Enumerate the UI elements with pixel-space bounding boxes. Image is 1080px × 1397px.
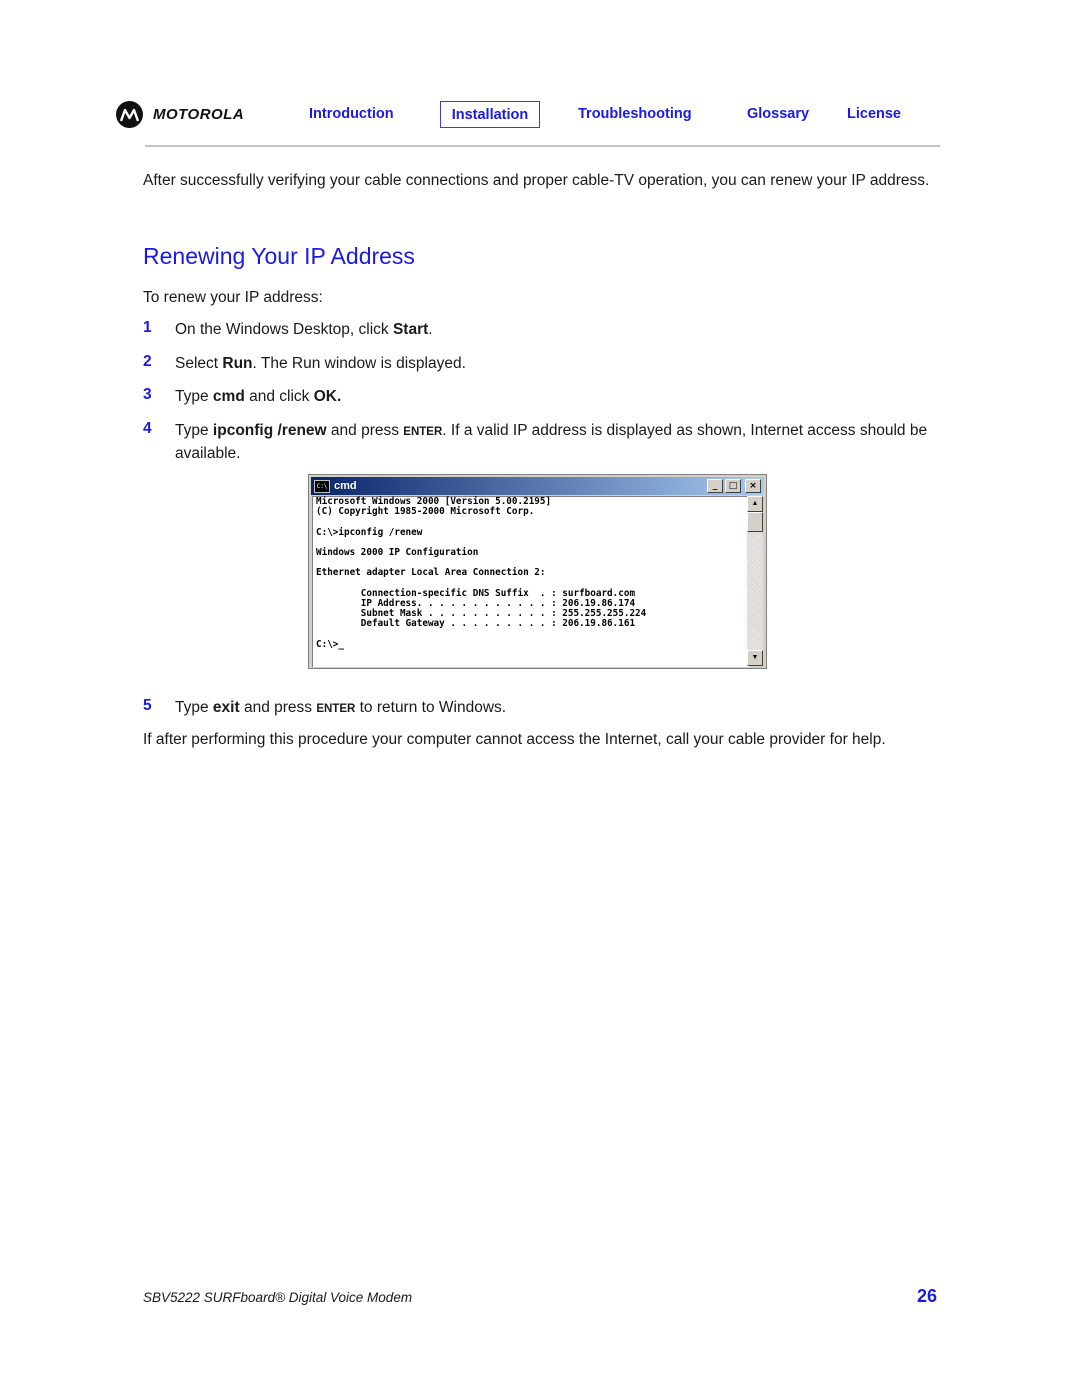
- nav-glossary[interactable]: Glossary: [747, 106, 809, 122]
- step-text: Type ipconfig /renew and press ENTER. If…: [175, 422, 928, 462]
- step-text: Select Run. The Run window is displayed.: [175, 355, 466, 372]
- step-number: 1: [143, 319, 152, 336]
- cmd-line: Windows 2000 IP Configuration: [316, 547, 479, 559]
- maximize-icon: □: [725, 479, 741, 493]
- scroll-down-icon: ▼: [747, 650, 763, 666]
- cmd-window-screenshot: C:\ cmd _ □ × Microsoft Windows 2000 [Ve…: [308, 474, 767, 669]
- scroll-up-icon: ▲: [747, 496, 763, 512]
- cmd-scrollbar: ▲ ▼: [747, 496, 763, 666]
- cmd-line: Ethernet adapter Local Area Connection 2…: [316, 567, 546, 579]
- cmd-line: [316, 630, 646, 640]
- nav-installation-label: Installation: [451, 106, 529, 123]
- nav-installation[interactable]: Installation: [440, 101, 540, 128]
- page-header: MOTOROLA Introduction Installation Troub…: [0, 0, 1080, 150]
- nav-introduction[interactable]: Introduction: [309, 106, 394, 122]
- motorola-logo: MOTOROLA: [116, 101, 244, 128]
- footer-product-title: SBV5222 SURFboard® Digital Voice Modem: [143, 1290, 413, 1305]
- nav-troubleshooting[interactable]: Troubleshooting: [578, 106, 692, 122]
- cmd-line: Default Gateway . . . . . . . . . : 206.…: [316, 618, 636, 630]
- cmd-line: C:\>_: [316, 638, 344, 650]
- section-title: Renewing Your IP Address: [143, 243, 415, 269]
- cmd-line: C:\>ipconfig /renew: [316, 526, 423, 538]
- nav-license[interactable]: License: [847, 106, 901, 122]
- step-text: Type exit and press ENTER to return to W…: [175, 699, 507, 716]
- scroll-thumb: [747, 512, 763, 532]
- console-icon: C:\: [314, 479, 330, 493]
- step-text: On the Windows Desktop, click Start.: [175, 321, 433, 338]
- step-number: 2: [143, 353, 152, 370]
- closing-paragraph: If after performing this procedure your …: [143, 731, 886, 748]
- minimize-icon: _: [707, 479, 723, 493]
- cmd-line: (C) Copyright 1985-2000 Microsoft Corp.: [316, 506, 535, 518]
- intro-paragraph: After successfully verifying your cable …: [143, 172, 930, 189]
- brand-name: MOTOROLA: [153, 106, 245, 123]
- cmd-console-body: Microsoft Windows 2000 [Version 5.00.219…: [312, 496, 750, 667]
- section-lead: To renew your IP address:: [143, 289, 323, 306]
- cmd-output: Microsoft Windows 2000 [Version 5.00.219…: [316, 496, 646, 650]
- motorola-batwing-icon: [116, 101, 143, 128]
- header-divider: [145, 145, 940, 147]
- step-number: 5: [143, 697, 152, 714]
- step-number: 3: [143, 386, 152, 403]
- close-icon: ×: [745, 479, 761, 493]
- cmd-titlebar: C:\ cmd _ □ ×: [311, 477, 764, 495]
- page-number: 26: [917, 1286, 938, 1306]
- step-number: 4: [143, 420, 152, 437]
- cmd-title: cmd: [334, 480, 357, 492]
- step-text: Type cmd and click OK.: [175, 388, 342, 405]
